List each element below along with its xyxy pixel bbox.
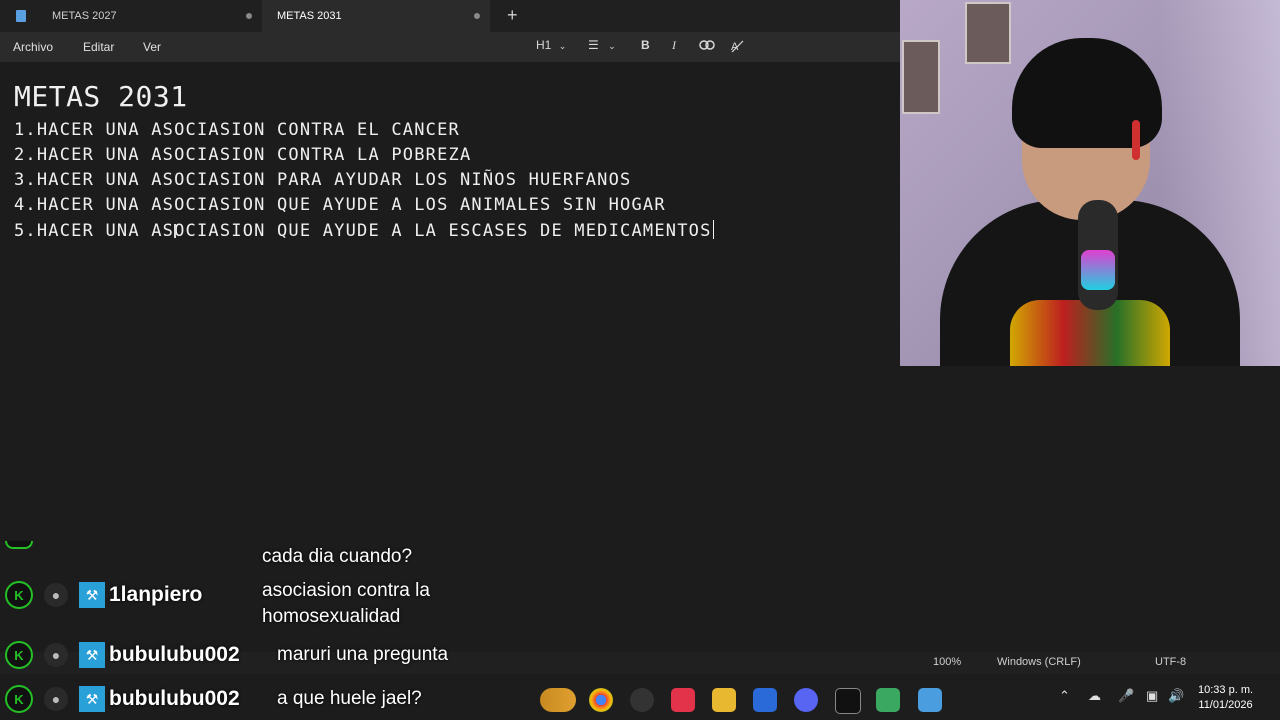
clock-date: 11/01/2026 (1198, 699, 1253, 711)
moderator-icon: ⚒ (79, 686, 105, 712)
user-icon: ● (44, 643, 68, 667)
line-ending[interactable]: Windows (CRLF) (997, 656, 1081, 668)
chevron-down-icon: ⌄ (558, 41, 567, 51)
unsaved-dot[interactable] (474, 13, 480, 19)
user-icon: ● (44, 583, 68, 607)
document-line: 2.HACER UNA ASOCIASION CONTRA LA POBREZA (14, 145, 472, 165)
capcut-icon[interactable] (835, 688, 861, 714)
tiktok-icon[interactable] (671, 688, 695, 712)
tab-metas-2027[interactable]: METAS 2027 (0, 0, 262, 32)
document-line-text: 5.HACER UNA ASOCIASION QUE AYUDE A LA ES… (14, 221, 712, 241)
stream-chat: cada dia cuando? K ● ⚒ 1lanpiero asocias… (0, 540, 520, 720)
chevron-down-icon: ⌄ (608, 41, 616, 51)
chrome-icon[interactable] (589, 688, 613, 712)
document-line: 4.HACER UNA ASOCIASION QUE AYUDE A LOS A… (14, 195, 666, 215)
chat-username: bubulubu002 (109, 643, 240, 666)
chat-message: a que huele jael? (277, 688, 422, 709)
kick-badge-icon: K (5, 641, 33, 669)
document-line-last: 5.HACER UNA ASOCIASION QUE AYUDE A LA ES… (14, 220, 714, 241)
document-line: 3.HACER UNA ASOCIASION PARA AYUDAR LOS N… (14, 170, 632, 190)
notepad-icon[interactable] (918, 688, 942, 712)
document-heading: METAS 2031 (14, 80, 188, 113)
kick-badge-icon: K (5, 581, 33, 609)
wall-poster (965, 2, 1011, 64)
shirt-logo (1010, 300, 1170, 366)
cloud-icon[interactable]: ☁ (1088, 688, 1101, 704)
heading-label: H1 (536, 38, 552, 52)
microphone-light (1081, 250, 1115, 290)
bold-button[interactable]: B (641, 38, 650, 52)
chat-username: bubulubu002 (109, 687, 240, 710)
heading-dropdown[interactable]: H1 ⌄ (536, 38, 566, 52)
tab-title: METAS 2027 (52, 10, 117, 22)
chat-message: maruri una pregunta (277, 644, 449, 665)
chat-row: K ● ⚒ bubulubu002 (0, 638, 240, 672)
discord-icon[interactable] (794, 688, 818, 712)
store-icon[interactable] (753, 688, 777, 712)
chat-row-partial (0, 540, 33, 550)
notepad-icon (16, 10, 26, 22)
app-icon[interactable] (876, 688, 900, 712)
chat-row: K ● ⚒ 1lanpiero (0, 578, 202, 612)
headphone-cable (1132, 120, 1140, 160)
text-cursor-icon (174, 224, 180, 238)
chat-username: 1lanpiero (109, 583, 203, 606)
menu-file[interactable]: Archivo (13, 40, 53, 54)
zoom-level[interactable]: 100% (933, 656, 961, 668)
taskbar: ⌃ ☁ 🎤 ▣ 🔊 (520, 680, 1280, 720)
menu-bar: Archivo Editar Ver H1 ⌄ ☰ ⌄ B I A (0, 32, 900, 63)
italic-button[interactable]: I (672, 38, 676, 53)
menu-view[interactable]: Ver (143, 40, 161, 54)
kick-badge-icon (5, 541, 33, 549)
system-clock[interactable]: 10:33 p. m. 11/01/2026 (1198, 683, 1253, 713)
encoding[interactable]: UTF-8 (1155, 656, 1186, 668)
clear-format-icon[interactable]: A (730, 39, 744, 53)
moderator-icon: ⚒ (79, 642, 105, 668)
folder-icon[interactable] (712, 688, 736, 712)
speaker-icon[interactable]: 🔊 (1168, 688, 1184, 704)
chat-row: K ● ⚒ bubulubu002 (0, 682, 240, 716)
chat-message: asociasion contra la homosexualidad (262, 580, 430, 627)
new-tab-icon[interactable]: + (507, 5, 518, 26)
wall-poster (902, 40, 940, 114)
tab-metas-2031[interactable]: METAS 2031 (262, 0, 490, 32)
chevron-up-icon[interactable]: ⌃ (1059, 688, 1070, 704)
network-icon[interactable]: ▣ (1146, 688, 1158, 704)
list-dropdown[interactable]: ☰ ⌄ (588, 38, 616, 52)
kick-badge-icon: K (5, 685, 33, 713)
app-icon[interactable] (540, 688, 576, 712)
link-icon[interactable] (699, 40, 715, 50)
unsaved-dot[interactable] (246, 13, 252, 19)
list-icon: ☰ (588, 38, 599, 52)
clock-time: 10:33 p. m. (1198, 684, 1254, 696)
menu-edit[interactable]: Editar (83, 40, 114, 54)
chat-message: cada dia cuando? (262, 546, 413, 567)
webcam-overlay (900, 0, 1280, 366)
obs-icon[interactable] (630, 688, 654, 712)
microphone-icon[interactable]: 🎤 (1118, 688, 1134, 704)
user-icon: ● (44, 687, 68, 711)
document-line: 1.HACER UNA ASOCIASION CONTRA EL CANCER (14, 120, 460, 140)
tab-title: METAS 2031 (277, 10, 342, 22)
moderator-icon: ⚒ (79, 582, 105, 608)
text-caret (712, 220, 714, 239)
tab-bar: METAS 2027 METAS 2031 + (0, 0, 900, 32)
